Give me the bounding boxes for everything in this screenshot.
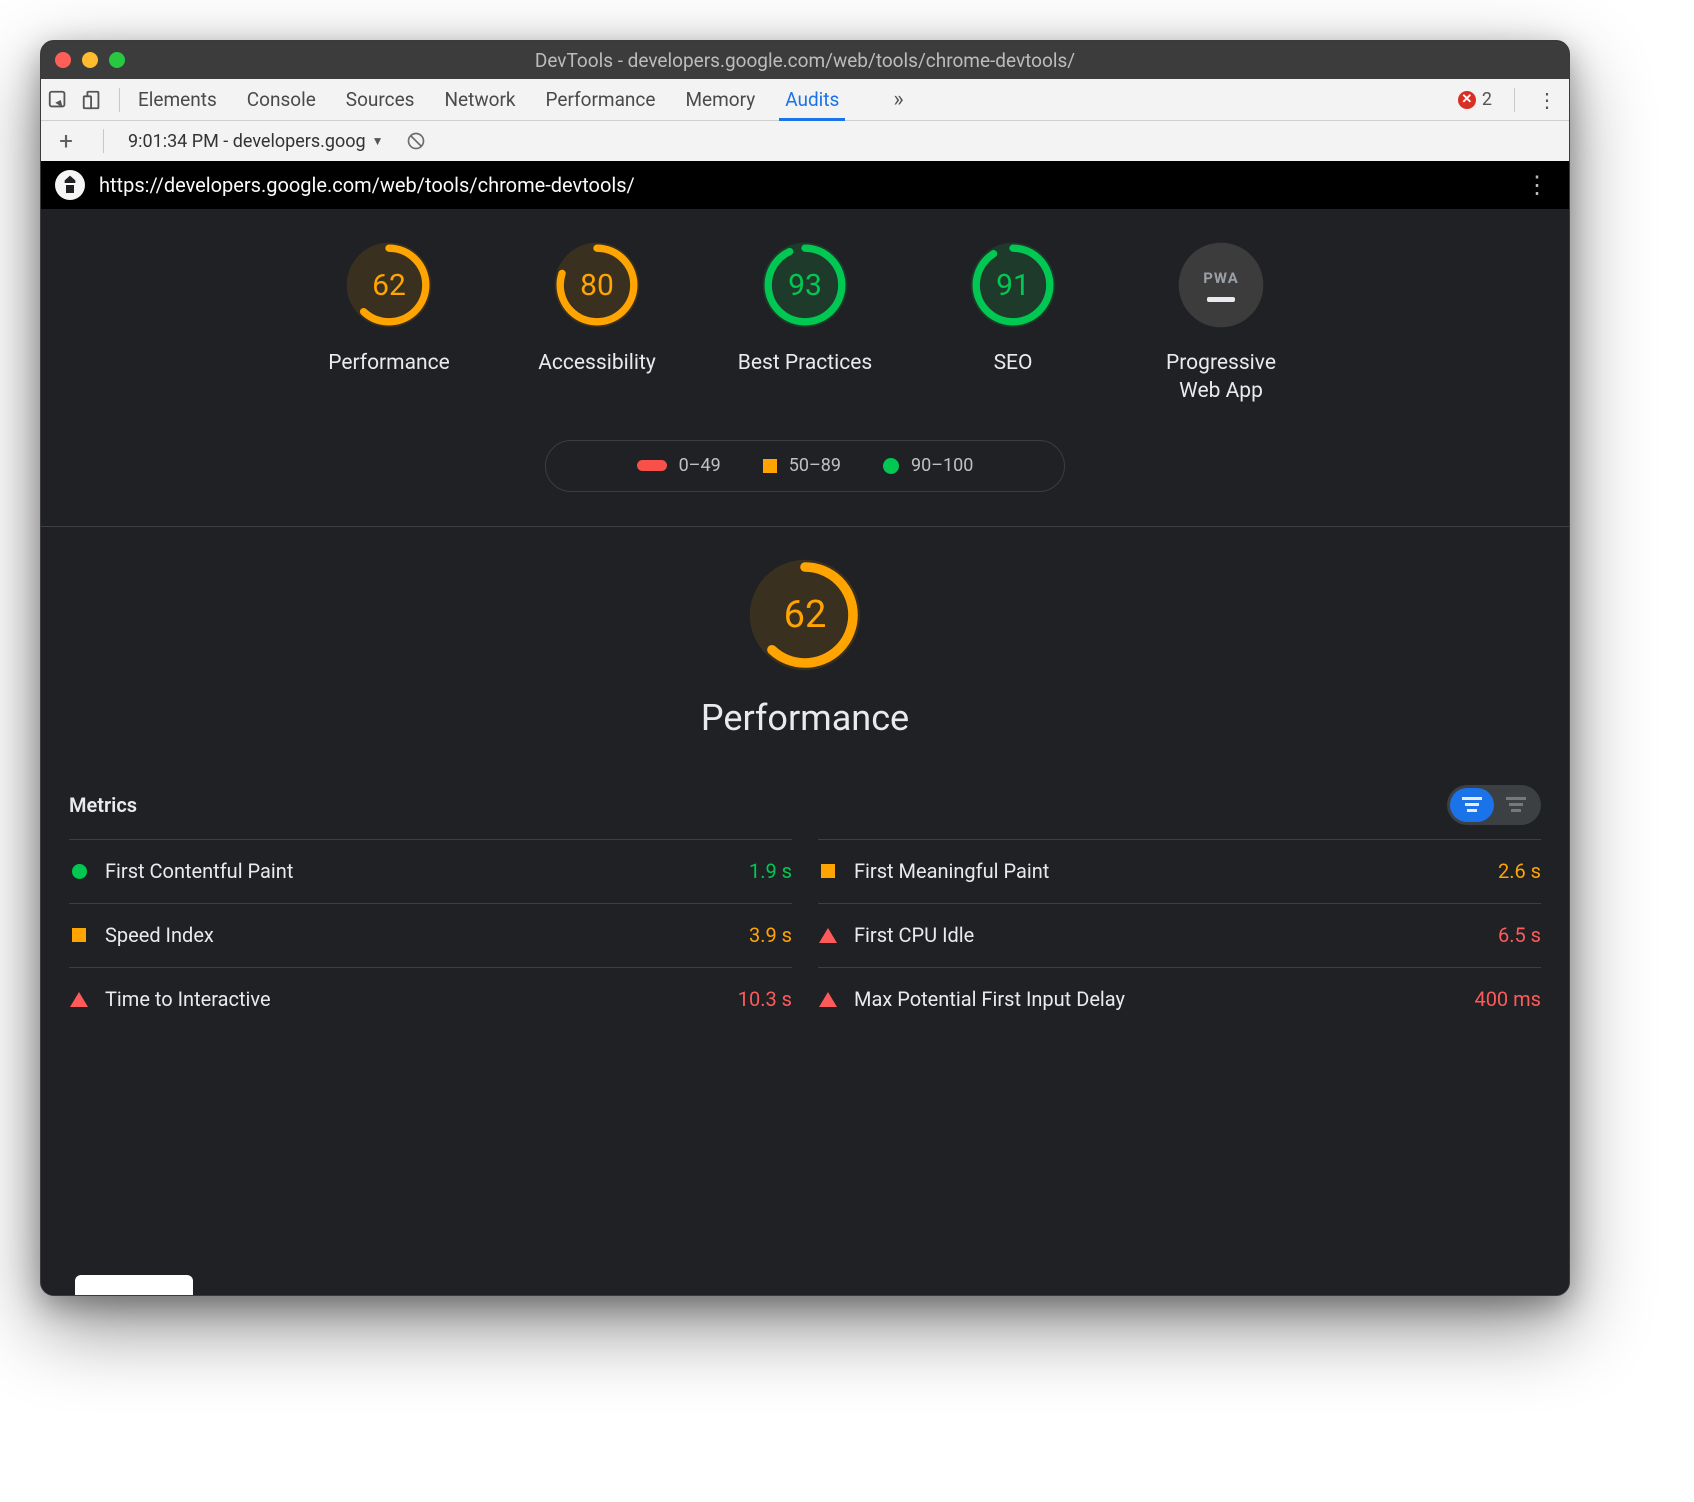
tab-memory[interactable]: Memory bbox=[685, 79, 755, 120]
tab-console[interactable]: Console bbox=[247, 79, 316, 120]
tab-performance[interactable]: Performance bbox=[546, 79, 656, 120]
gauge-seo[interactable]: 91 SEO bbox=[938, 239, 1088, 406]
gauge-performance[interactable]: 62 Performance bbox=[314, 239, 464, 406]
metric-name: Speed Index bbox=[105, 923, 749, 947]
legend-bad-icon bbox=[637, 460, 667, 471]
metric-row[interactable]: First Contentful Paint 1.9 s bbox=[69, 839, 792, 903]
chevron-down-icon: ▼ bbox=[372, 134, 384, 148]
view-trace-peek[interactable] bbox=[75, 1275, 193, 1295]
metric-value: 400 ms bbox=[1474, 987, 1541, 1011]
performance-section: 62 Performance Metrics First Co bbox=[69, 527, 1541, 1031]
devtools-window: DevTools - developers.google.com/web/too… bbox=[40, 40, 1570, 1296]
tab-elements[interactable]: Elements bbox=[138, 79, 217, 120]
report-menu-icon[interactable]: ⋮ bbox=[1515, 171, 1559, 199]
gauge[interactable]: 80 bbox=[551, 239, 643, 331]
metric-status-icon bbox=[818, 992, 838, 1007]
tab-network[interactable]: Network bbox=[444, 79, 515, 120]
panel-tabs: Elements Console Sources Network Perform… bbox=[130, 79, 904, 120]
audit-selector-label: 9:01:34 PM - developers.goog bbox=[128, 131, 366, 152]
metric-row[interactable]: Max Potential First Input Delay 400 ms bbox=[818, 967, 1541, 1031]
minimize-button[interactable] bbox=[82, 52, 98, 68]
metrics-view-toggle[interactable] bbox=[1447, 785, 1541, 825]
gauge-progressive-web-app[interactable]: PWA Progressive Web App bbox=[1146, 239, 1296, 406]
more-tabs-icon[interactable]: » bbox=[893, 87, 903, 112]
tab-sources[interactable]: Sources bbox=[346, 79, 415, 120]
gauge[interactable]: 62 bbox=[343, 239, 435, 331]
metric-row[interactable]: First CPU Idle 6.5 s bbox=[818, 903, 1541, 967]
metric-row[interactable]: First Meaningful Paint 2.6 s bbox=[818, 839, 1541, 903]
error-count: 2 bbox=[1482, 89, 1492, 110]
title-bar: DevTools - developers.google.com/web/too… bbox=[41, 41, 1569, 79]
metric-name: First Meaningful Paint bbox=[854, 859, 1498, 883]
gauge[interactable]: 93 bbox=[759, 239, 851, 331]
close-button[interactable] bbox=[55, 52, 71, 68]
devtools-tabstrip: Elements Console Sources Network Perform… bbox=[41, 79, 1569, 121]
metric-name: First Contentful Paint bbox=[105, 859, 749, 883]
new-audit-button[interactable]: + bbox=[53, 127, 79, 155]
metric-row[interactable]: Speed Index 3.9 s bbox=[69, 903, 792, 967]
metric-status-icon bbox=[69, 992, 89, 1007]
audits-toolbar: + 9:01:34 PM - developers.goog ▼ bbox=[41, 121, 1569, 161]
lighthouse-icon bbox=[55, 170, 85, 200]
legend-good-label: 90–100 bbox=[911, 455, 973, 476]
window-title: DevTools - developers.google.com/web/too… bbox=[41, 49, 1569, 72]
metric-name: First CPU Idle bbox=[854, 923, 1498, 947]
view-toggle-expanded-icon[interactable] bbox=[1494, 788, 1538, 822]
metric-value: 1.9 s bbox=[749, 859, 792, 883]
metric-status-icon bbox=[69, 864, 89, 879]
metric-value: 10.3 s bbox=[738, 987, 792, 1011]
metric-name: Time to Interactive bbox=[105, 987, 738, 1011]
metric-value: 3.9 s bbox=[749, 923, 792, 947]
gauge[interactable]: PWA bbox=[1175, 239, 1267, 331]
gauge[interactable]: 62 bbox=[745, 555, 865, 675]
legend-bad-label: 0–49 bbox=[679, 455, 721, 476]
metrics-heading: Metrics bbox=[69, 793, 137, 817]
error-badge-icon: ✕ bbox=[1458, 91, 1476, 109]
metric-value: 6.5 s bbox=[1498, 923, 1541, 947]
report-url: https://developers.google.com/web/tools/… bbox=[99, 173, 635, 197]
score-legend: 0–49 50–89 90–100 bbox=[545, 440, 1065, 492]
error-counter[interactable]: ✕ 2 bbox=[1458, 89, 1504, 110]
score-gauges: 62 Performance 80 Accessibility 93 Best … bbox=[69, 239, 1541, 406]
tab-audits[interactable]: Audits bbox=[785, 79, 839, 120]
metric-status-icon bbox=[818, 928, 838, 943]
inspect-icon[interactable] bbox=[41, 89, 75, 111]
report-url-bar: https://developers.google.com/web/tools/… bbox=[41, 161, 1569, 209]
metric-value: 2.6 s bbox=[1498, 859, 1541, 883]
metric-name: Max Potential First Input Delay bbox=[854, 987, 1474, 1011]
device-toggle-icon[interactable] bbox=[75, 89, 109, 111]
legend-avg-icon bbox=[763, 459, 777, 473]
metric-status-icon bbox=[818, 864, 838, 878]
metric-row[interactable]: Time to Interactive 10.3 s bbox=[69, 967, 792, 1031]
clear-audit-icon[interactable] bbox=[404, 129, 428, 153]
legend-avg-label: 50–89 bbox=[789, 455, 841, 476]
metrics-grid: First Contentful Paint 1.9 s First Meani… bbox=[69, 839, 1541, 1031]
gauge-best-practices[interactable]: 93 Best Practices bbox=[730, 239, 880, 406]
metric-status-icon bbox=[69, 928, 89, 942]
maximize-button[interactable] bbox=[109, 52, 125, 68]
section-title: Performance bbox=[701, 697, 909, 739]
window-controls bbox=[41, 52, 125, 68]
view-toggle-compact-icon[interactable] bbox=[1450, 788, 1494, 822]
gauge[interactable]: 91 bbox=[967, 239, 1059, 331]
legend-good-icon bbox=[883, 458, 899, 474]
devtools-menu-icon[interactable]: ⋮ bbox=[1525, 88, 1569, 112]
lighthouse-report: 62 Performance 80 Accessibility 93 Best … bbox=[41, 209, 1569, 1295]
gauge-accessibility[interactable]: 80 Accessibility bbox=[522, 239, 672, 406]
audit-selector[interactable]: 9:01:34 PM - developers.goog ▼ bbox=[128, 131, 384, 152]
